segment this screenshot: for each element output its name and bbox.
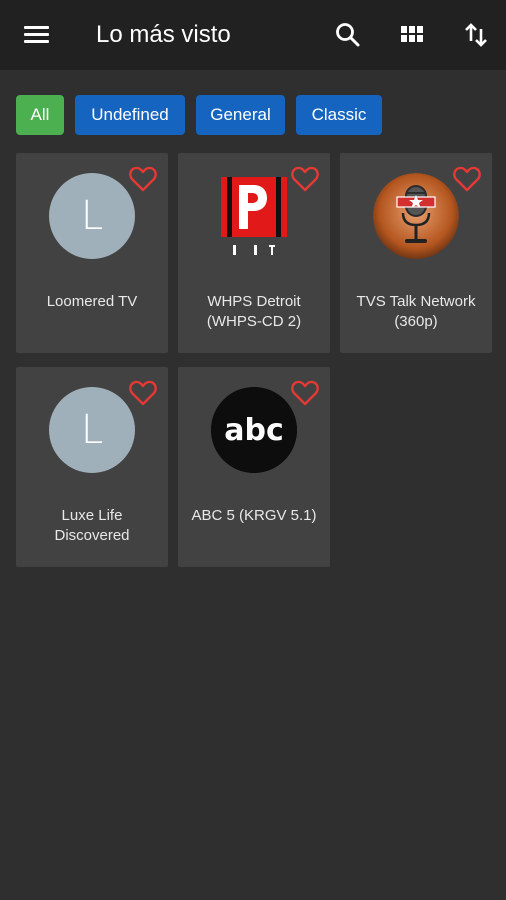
channel-card[interactable]: WHPS Detroit (WHPS-CD 2) bbox=[178, 153, 330, 353]
channel-letter-avatar: L bbox=[49, 387, 135, 473]
whps-logo bbox=[211, 173, 297, 259]
channel-name: Loomered TV bbox=[46, 293, 138, 310]
channel-card[interactable]: abc ABC 5 (KRGV 5.1) bbox=[178, 367, 330, 567]
channel-name: WHPS Detroit (WHPS-CD 2) bbox=[206, 293, 302, 330]
heart-outline-icon[interactable] bbox=[128, 165, 158, 193]
channel-card[interactable]: L Luxe Life Discovered bbox=[16, 367, 168, 567]
app-bar: Lo más visto bbox=[0, 0, 506, 70]
filter-chip-general[interactable]: General bbox=[196, 95, 285, 135]
page-title: Lo más visto bbox=[96, 21, 231, 48]
hamburger-menu-icon[interactable] bbox=[18, 21, 56, 49]
filter-chip-all[interactable]: All bbox=[16, 95, 64, 135]
sort-icon[interactable] bbox=[458, 17, 494, 53]
channel-card[interactable]: L Loomered TV bbox=[16, 153, 168, 353]
heart-outline-icon[interactable] bbox=[290, 165, 320, 193]
grid-view-icon[interactable] bbox=[394, 17, 430, 53]
heart-outline-icon[interactable] bbox=[128, 379, 158, 407]
filter-chip-undefined[interactable]: Undefined bbox=[75, 95, 185, 135]
channel-name: TVS Talk Network (360p) bbox=[356, 293, 476, 330]
channel-name: Luxe Life Discovered bbox=[54, 507, 130, 544]
filter-chip-classic[interactable]: Classic bbox=[296, 95, 382, 135]
channel-letter-avatar: L bbox=[49, 173, 135, 259]
channel-name: ABC 5 (KRGV 5.1) bbox=[191, 507, 317, 524]
abc-logo-text: abc bbox=[224, 413, 284, 448]
channel-card[interactable]: TVS Talk Network (360p) bbox=[340, 153, 492, 353]
search-icon[interactable] bbox=[330, 17, 366, 53]
abc-logo: abc bbox=[211, 387, 297, 473]
tvs-microphone-logo bbox=[373, 173, 459, 259]
heart-outline-icon[interactable] bbox=[452, 165, 482, 193]
heart-outline-icon[interactable] bbox=[290, 379, 320, 407]
